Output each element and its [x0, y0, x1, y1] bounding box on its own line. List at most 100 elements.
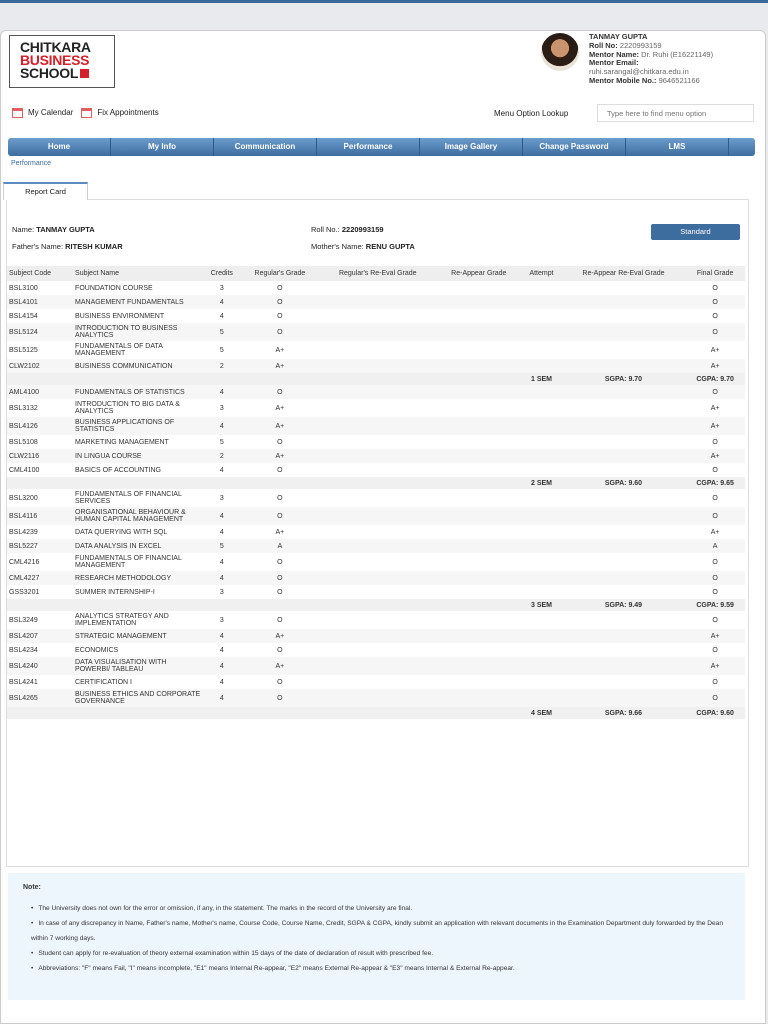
- chitkara-logo[interactable]: CHITKARA BUSINESS SCHOOL: [9, 35, 115, 88]
- my-calendar-link[interactable]: My Calendar: [12, 108, 73, 118]
- student-roll: Roll No.: 2220993159: [311, 225, 384, 234]
- cell-grade: O: [277, 284, 283, 292]
- cell-name: FUNDAMENTALS OF FINANCIAL SERVICES: [75, 491, 182, 505]
- calendar-icon: [81, 108, 93, 118]
- email-label: Mentor Email:: [589, 58, 639, 68]
- mentor-value: Dr. Ruhi (E16221149): [641, 49, 714, 59]
- cell-empty: [562, 643, 686, 657]
- cell-empty: [436, 463, 521, 477]
- cell-sem: 1 SEM: [521, 373, 562, 385]
- cell-empty: [561, 689, 686, 707]
- cell-empty: [436, 309, 521, 323]
- table-row: BSL5125 FUNDAMENTALS OF DATA MANAGEMENT 5 A…: [7, 341, 745, 359]
- cell-empty: [436, 689, 522, 707]
- cell-empty: [319, 449, 437, 463]
- cell-grade: O: [277, 678, 283, 686]
- cell-empty: [561, 539, 686, 553]
- cell-empty: [436, 359, 522, 373]
- cell-empty: [436, 341, 521, 359]
- cell-code: BSL3132: [9, 404, 38, 412]
- table-row: CLW2116 IN LINGUA COURSE 2 A+ A+: [7, 449, 745, 463]
- cell-empty: [319, 539, 437, 553]
- cell-sem: 4 SEM: [521, 707, 562, 719]
- cell-name: MARKETING MANAGEMENT: [75, 438, 169, 446]
- cell-credits: 4: [203, 295, 241, 309]
- my-calendar-label: My Calendar: [28, 108, 74, 118]
- nav-communication[interactable]: Communication: [214, 138, 317, 156]
- cell-grade: O: [277, 466, 283, 474]
- grades-table: Subject Code Subject Name Credits Regular's…: [7, 266, 745, 719]
- column-header[interactable]: Subject Name: [73, 266, 204, 281]
- cell-credits: 4: [203, 507, 241, 525]
- cell-code: BSL5108: [9, 438, 38, 446]
- fix-appointments-link[interactable]: Fix Appointments: [81, 108, 159, 118]
- column-header[interactable]: Re-Appear Grade: [436, 266, 522, 281]
- cell-empty: [436, 399, 521, 417]
- cell-code: CML4216: [9, 558, 40, 566]
- nav-lms[interactable]: LMS: [626, 138, 729, 156]
- cell-code: BSL3249: [9, 616, 38, 624]
- father-value: RITESH KUMAR: [65, 242, 123, 251]
- cell-empty: [319, 341, 436, 359]
- cell-empty: [562, 463, 686, 477]
- cell-empty: [562, 435, 686, 449]
- cell-grade: O: [277, 312, 283, 320]
- cell-empty: [561, 629, 686, 643]
- column-header[interactable]: Regular's Grade: [240, 266, 320, 281]
- fix-appointments-label: Fix Appointments: [97, 108, 159, 118]
- cell-final: A+: [710, 346, 720, 354]
- column-header[interactable]: Regular's Re-Eval Grade: [319, 266, 437, 281]
- cell-empty: [561, 657, 686, 675]
- cell-grade: O: [277, 588, 283, 596]
- cell-empty: [319, 675, 436, 689]
- column-header[interactable]: Subject Code: [7, 266, 74, 281]
- cell-empty: [436, 281, 521, 295]
- cell-empty: [73, 373, 204, 385]
- breadcrumb[interactable]: Performance: [11, 160, 51, 167]
- nav-my-info[interactable]: My Info: [111, 138, 214, 156]
- cell-empty: [436, 539, 522, 553]
- cell-empty: [521, 657, 562, 675]
- cell-final: O: [712, 284, 718, 292]
- nav-image-gallery[interactable]: Image Gallery: [420, 138, 523, 156]
- cell-sgpa: SGPA: 9.49: [561, 599, 686, 611]
- cell-name: DATA VISUALISATION WITH POWERBI/ TABLEAU: [73, 657, 204, 675]
- cell-code: BSL4239: [9, 528, 38, 536]
- cell-empty: [562, 309, 686, 323]
- cell-code: BSL4240: [7, 657, 74, 675]
- cell-final: A+: [710, 404, 720, 412]
- column-header[interactable]: Final Grade: [685, 266, 745, 281]
- avatar[interactable]: [541, 33, 579, 71]
- cell-grade: A+: [240, 449, 320, 463]
- cell-final: O: [712, 588, 718, 596]
- cell-final: O: [712, 494, 718, 502]
- cell-empty: [7, 477, 74, 489]
- column-header[interactable]: Attempt: [521, 266, 562, 281]
- cell-empty: [73, 707, 204, 719]
- nav-performance[interactable]: Performance: [317, 138, 420, 156]
- calendar-icon: [12, 108, 23, 118]
- menu-lookup-input[interactable]: [597, 104, 754, 122]
- cell-empty: [436, 553, 521, 571]
- cell-empty: [73, 477, 204, 489]
- father-name: Father's Name: RITESH KUMAR: [12, 242, 123, 251]
- menu-lookup-label: Menu Option Lookup: [494, 109, 569, 118]
- cell-name: SUMMER INTERNSHIP-I: [75, 588, 155, 596]
- cell-grade: O: [277, 616, 283, 624]
- cell-empty: [436, 417, 522, 435]
- standard-button[interactable]: Standard: [651, 224, 740, 240]
- cell-empty: [319, 689, 437, 707]
- cell-sgpa: SGPA: 9.60: [561, 477, 686, 489]
- nav-change-password[interactable]: Change Password: [523, 138, 626, 156]
- cell-empty: [319, 477, 437, 489]
- tab-report-card[interactable]: Report Card: [3, 182, 88, 200]
- table-row: BSL4154 BUSINESS ENVIRONMENT 4 O O: [7, 309, 745, 323]
- cell-final: A: [685, 539, 745, 553]
- cell-empty: [240, 599, 320, 611]
- column-header[interactable]: Re-Appear Re-Eval Grade: [561, 266, 686, 281]
- nav-home[interactable]: Home: [8, 138, 111, 156]
- column-header[interactable]: Credits: [203, 266, 241, 281]
- cell-credits: 5: [203, 539, 241, 553]
- cell-credits: 4: [219, 466, 224, 474]
- quick-links: My Calendar Fix Appointments: [12, 108, 159, 118]
